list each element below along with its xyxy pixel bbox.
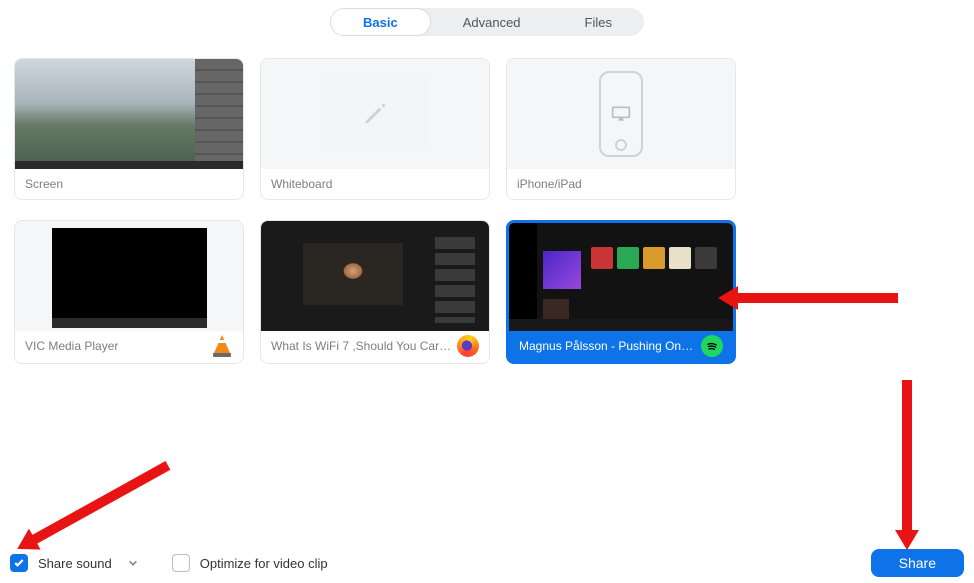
option-label: What Is WiFi 7 ,Should You Care? ...: [261, 331, 489, 361]
option-screen[interactable]: Screen: [14, 58, 244, 200]
share-button[interactable]: Share: [871, 549, 964, 577]
option-vlc-window[interactable]: VIC Media Player: [14, 220, 244, 364]
thumbnail-whiteboard: [261, 59, 489, 169]
vlc-icon: [211, 335, 233, 357]
annotation-arrow-share-button: [895, 380, 919, 550]
option-label: VIC Media Player: [15, 331, 243, 361]
thumbnail-vlc: [15, 221, 243, 331]
thumbnail-spotify: [509, 223, 733, 331]
share-sound-label: Share sound: [38, 556, 112, 571]
firefox-icon: [457, 335, 479, 357]
thumbnail-iphone: [507, 59, 735, 169]
pencil-icon: [362, 101, 388, 127]
optimize-video-label: Optimize for video clip: [200, 556, 328, 571]
share-sound-checkbox[interactable]: [10, 554, 28, 572]
footer-bar: Share sound Optimize for video clip Shar…: [0, 543, 974, 583]
share-options-grid: Screen Whiteboard iPhone/iPad VIC Media …: [0, 36, 974, 364]
airplay-icon: [611, 105, 631, 123]
option-spotify-window[interactable]: Magnus Pålsson - Pushing Onwa...: [506, 220, 736, 364]
option-label: Magnus Pålsson - Pushing Onwa...: [509, 331, 733, 361]
tab-basic[interactable]: Basic: [330, 8, 431, 36]
option-label: iPhone/iPad: [507, 169, 735, 199]
share-mode-tabs: Basic Advanced Files: [0, 0, 974, 36]
optimize-video-checkbox[interactable]: [172, 554, 190, 572]
option-whiteboard[interactable]: Whiteboard: [260, 58, 490, 200]
option-label: Screen: [15, 169, 243, 199]
thumbnail-firefox: [261, 221, 489, 331]
tab-group: Basic Advanced Files: [330, 8, 644, 36]
spotify-icon: [701, 335, 723, 357]
tab-advanced[interactable]: Advanced: [431, 8, 553, 36]
option-label: Whiteboard: [261, 169, 489, 199]
option-iphone-ipad[interactable]: iPhone/iPad: [506, 58, 736, 200]
thumbnail-screen: [15, 59, 243, 169]
option-firefox-window[interactable]: What Is WiFi 7 ,Should You Care? ...: [260, 220, 490, 364]
tab-files[interactable]: Files: [553, 8, 644, 36]
chevron-down-icon[interactable]: [128, 558, 138, 568]
